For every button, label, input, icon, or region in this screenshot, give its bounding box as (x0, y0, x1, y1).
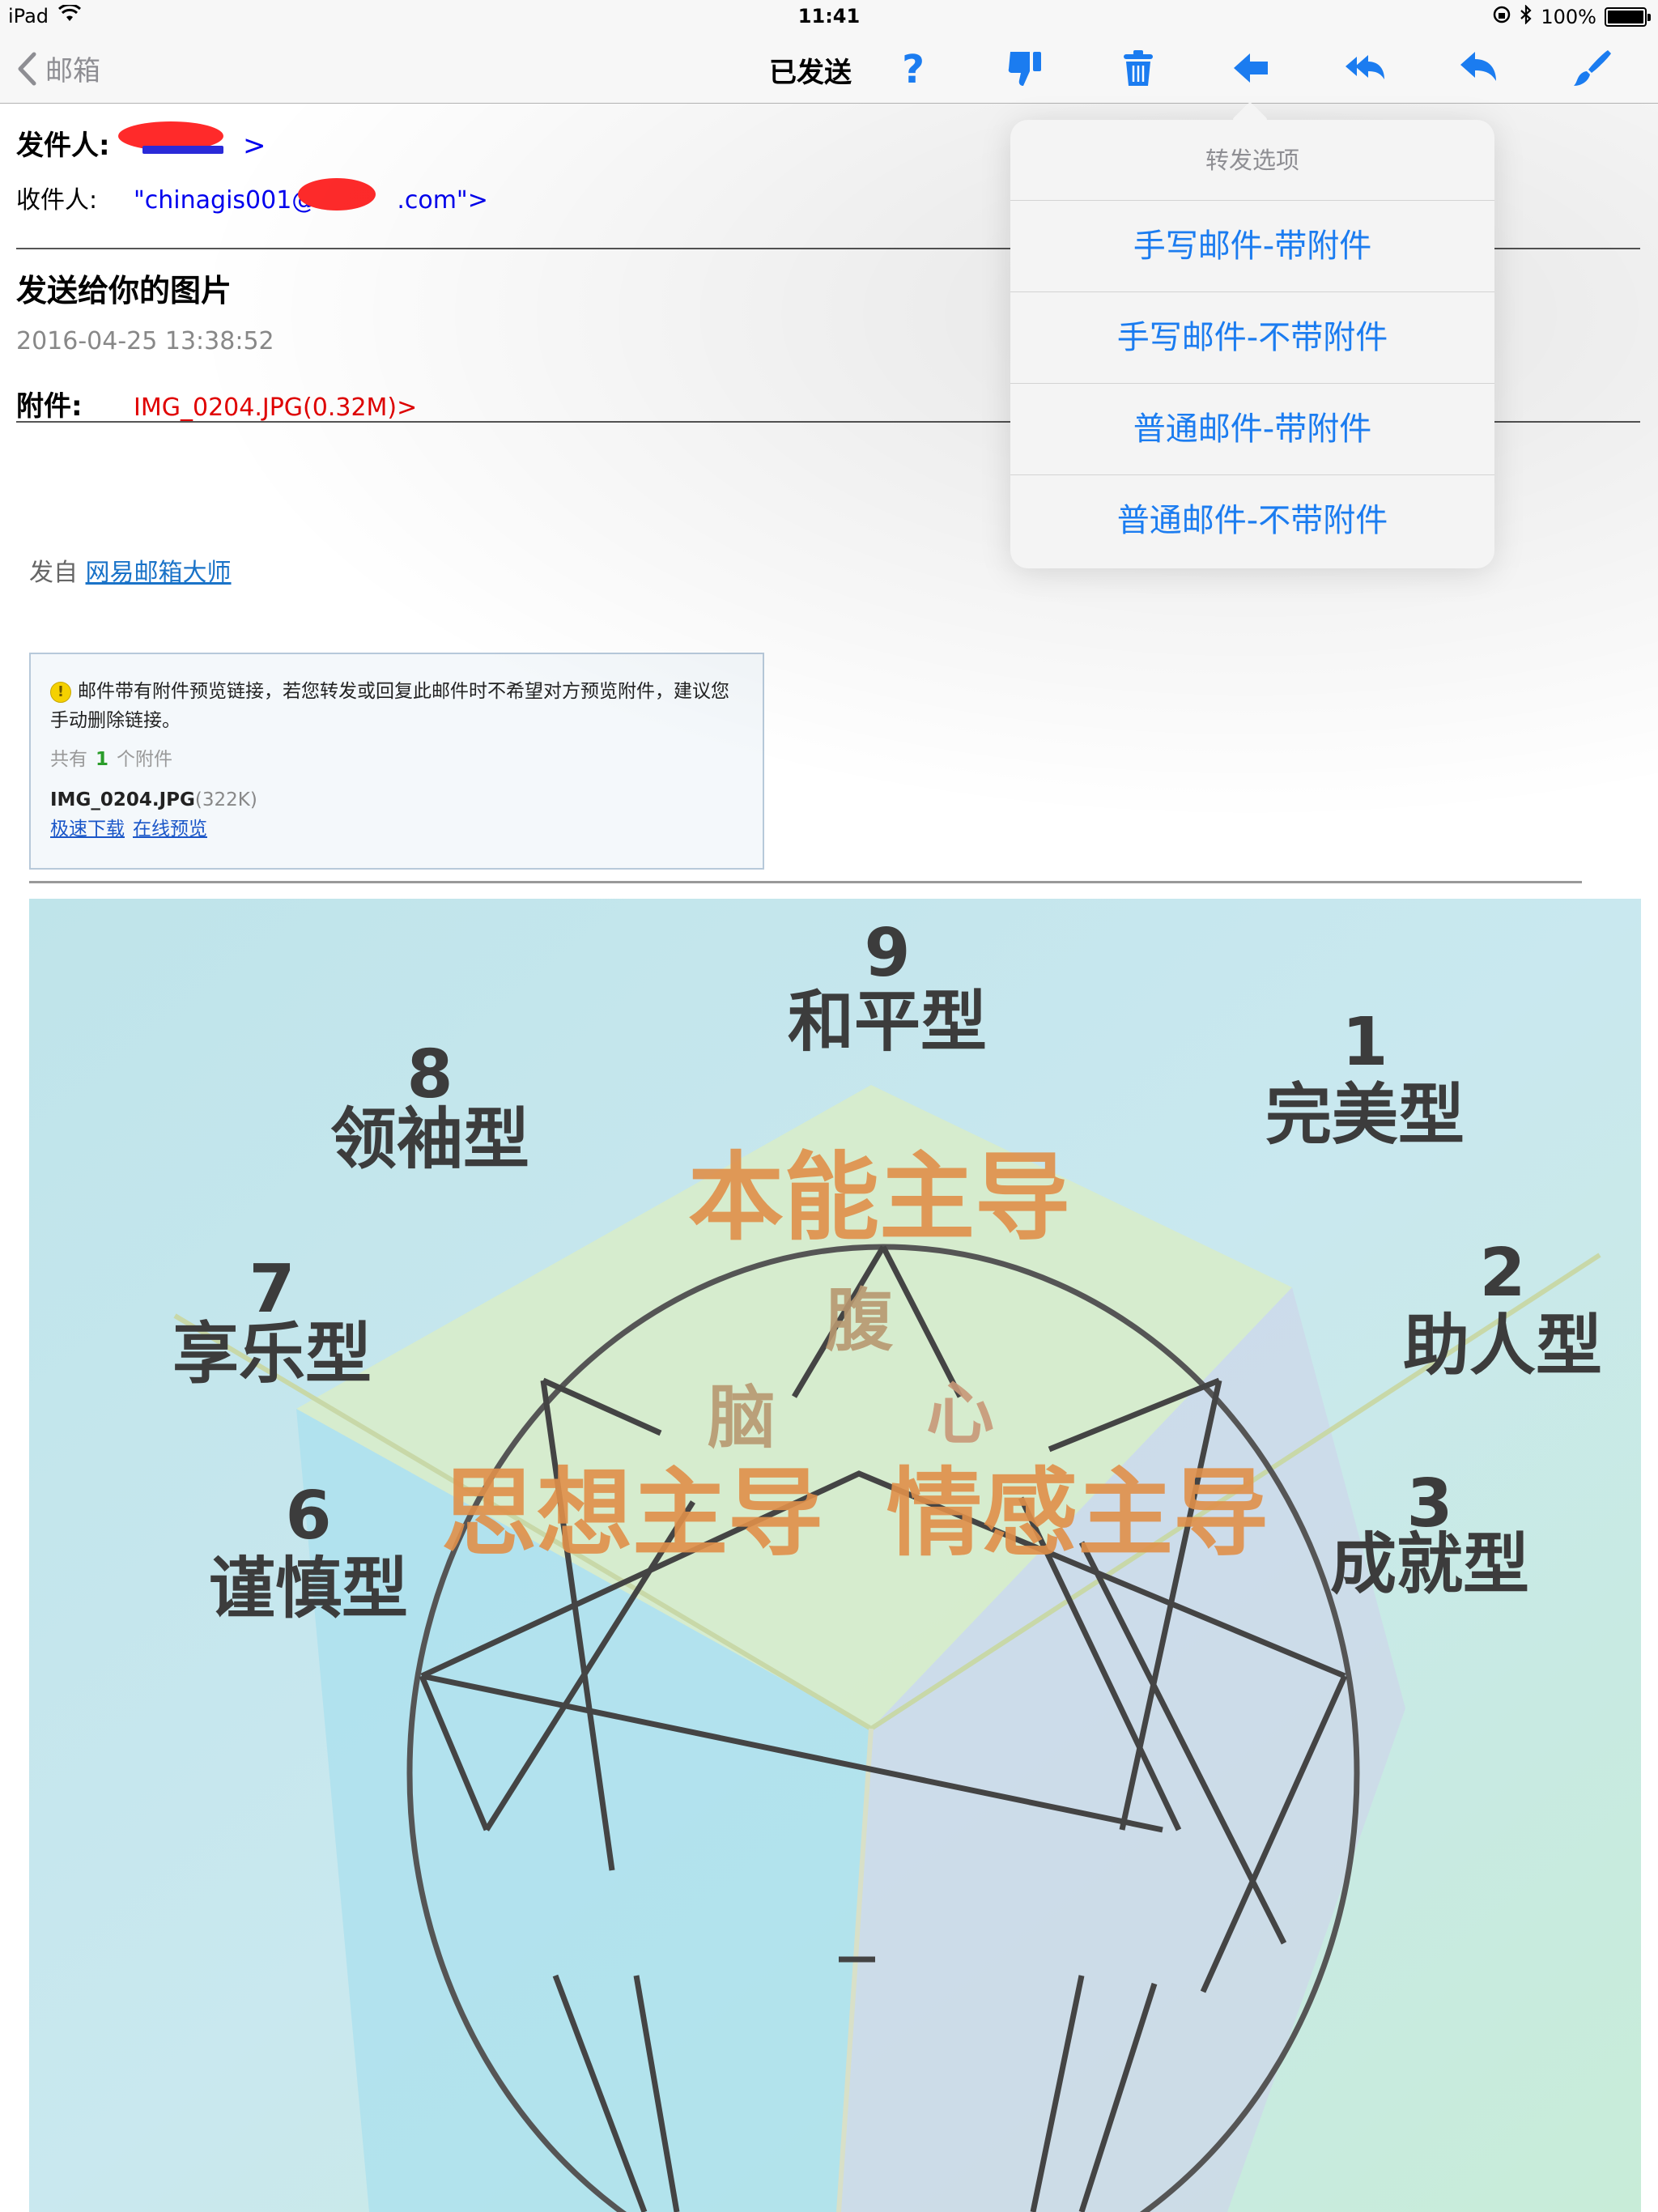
to-value-prefix[interactable]: "chinagis001@ (134, 186, 316, 215)
from-value[interactable]: > (243, 130, 266, 162)
redaction-mark (298, 178, 376, 211)
sent-from-prefix: 发自 (29, 559, 78, 587)
type-6-number: 6 (285, 1478, 331, 1555)
help-icon: ? (902, 47, 925, 89)
battery-icon (1605, 7, 1651, 27)
type-3-name: 成就型 (1330, 1526, 1529, 1603)
attachment-notice: ! 邮件带有附件预览链接，若您转发或回复此邮件时不希望对方预览附件，建议您手动删除… (29, 653, 764, 870)
reply-icon (1460, 52, 1496, 81)
feeling-label: 情感主导 (886, 1457, 1269, 1569)
from-underline (142, 146, 223, 154)
enneagram-diagram: 9 和平型 1 完美型 2 助人型 3 成就型 6 谨慎型 7 享乐型 8 领袖… (29, 899, 1641, 2212)
option-handwritten-without-attachment[interactable]: 手写邮件-不带附件 (1010, 292, 1494, 384)
popover-title: 转发选项 (1010, 120, 1494, 201)
attachment-file: IMG_0204.JPG(322K) (50, 785, 743, 815)
chevron-left-icon (18, 52, 36, 85)
back-label: 邮箱 (45, 55, 100, 87)
option-handwritten-with-attachment[interactable]: 手写邮件-带附件 (1010, 201, 1494, 292)
attached-photo[interactable]: 9 和平型 1 完美型 2 助人型 3 成就型 6 谨慎型 7 享乐型 8 领袖… (29, 899, 1641, 2212)
notice-text: 邮件带有附件预览链接，若您转发或回复此邮件时不希望对方预览附件，建议您手动删除链… (50, 681, 729, 731)
forward-button[interactable] (1227, 44, 1276, 92)
attachment-row: 附件: IMG_0204.JPG(0.32M)> (16, 384, 417, 423)
dislike-button[interactable] (1001, 44, 1049, 92)
type-6-name: 谨慎型 (209, 1551, 408, 1627)
from-label: 发件人: (16, 130, 110, 162)
attachment-link[interactable]: IMG_0204.JPG(0.32M)> (134, 393, 417, 422)
back-button[interactable]: 邮箱 (16, 49, 100, 88)
compose-button[interactable] (1567, 44, 1616, 92)
file-name: IMG_0204.JPG (50, 789, 195, 810)
thinking-label: 思想主导 (441, 1457, 823, 1569)
head-label: 脑 (708, 1378, 776, 1457)
type-7-name: 享乐型 (172, 1316, 372, 1393)
attachment-label: 附件: (16, 390, 83, 423)
svg-text:?: ? (902, 47, 925, 89)
warning-icon: ! (50, 681, 71, 703)
gut-label: 腹 (825, 1281, 894, 1360)
attachment-count: 共有 1 个附件 (50, 749, 173, 770)
status-bar: iPad 11:41 100% (0, 0, 1658, 32)
type-1-number: 1 (1341, 1004, 1388, 1081)
subject: 发送给你的图片 (16, 273, 232, 308)
to-value-suffix[interactable]: .com"> (397, 186, 488, 215)
help-button[interactable]: ? (889, 44, 937, 92)
type-1-name: 完美型 (1265, 1077, 1465, 1154)
option-plain-without-attachment[interactable]: 普通邮件-不带附件 (1010, 475, 1494, 567)
type-8-name: 领袖型 (330, 1101, 529, 1178)
divider (29, 881, 1582, 883)
sent-from-link[interactable]: 网易邮箱大师 (86, 559, 232, 587)
type-2-name: 助人型 (1403, 1308, 1602, 1385)
instinct-label: 本能主导 (688, 1142, 1070, 1253)
clock: 11:41 (797, 5, 861, 28)
thumbs-down-icon (1008, 52, 1041, 86)
type-9-name: 和平型 (788, 984, 987, 1061)
to-label: 收件人: (16, 186, 98, 215)
trash-icon (1124, 50, 1153, 86)
reply-all-icon (1346, 55, 1384, 79)
bluetooth-icon (1520, 4, 1533, 29)
rotation-lock-icon (1492, 5, 1511, 29)
type-9-number: 9 (864, 915, 910, 992)
sent-date: 2016-04-25 13:38:52 (16, 327, 274, 355)
fast-download-link[interactable]: 极速下载 (50, 819, 125, 840)
brush-icon (1574, 50, 1611, 86)
nav-bar: 邮箱 已发送 ? (0, 32, 1658, 104)
delete-button[interactable] (1114, 44, 1163, 92)
sent-from: 发自 网易邮箱大师 (29, 552, 232, 588)
file-size: (322K) (194, 789, 257, 810)
option-plain-with-attachment[interactable]: 普通邮件-带附件 (1010, 384, 1494, 475)
forward-options-popover: 转发选项 手写邮件-带附件 手写邮件-不带附件 普通邮件-带附件 普通邮件-不带… (1010, 120, 1494, 568)
battery-percent: 100% (1541, 6, 1596, 28)
to-row: 收件人: "chinagis001@ .com"> (16, 180, 488, 215)
page-title: 已发送 (769, 57, 852, 89)
type-2-number: 2 (1479, 1235, 1525, 1312)
reply-button[interactable] (1454, 44, 1503, 92)
online-preview-link[interactable]: 在线预览 (133, 819, 207, 840)
reply-all-button[interactable] (1341, 44, 1389, 92)
heart-label: 心 (926, 1374, 994, 1453)
forward-arrow-icon (1234, 53, 1268, 83)
